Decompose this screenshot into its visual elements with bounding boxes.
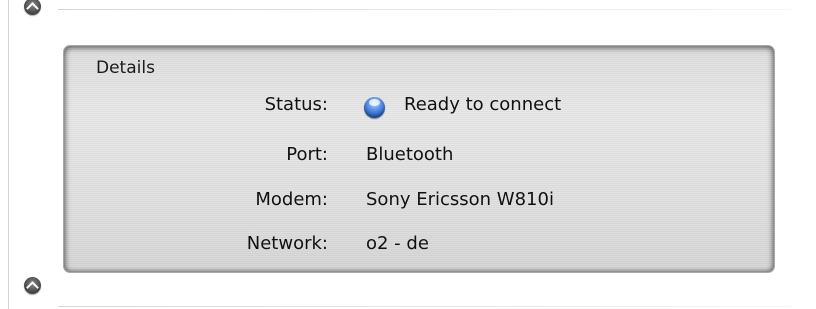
collapse-top-chevron-up-icon[interactable] bbox=[24, 0, 41, 15]
network-row: Network: o2 - de bbox=[64, 233, 774, 263]
bottom-divider bbox=[58, 306, 794, 307]
left-frame-line bbox=[8, 0, 9, 309]
details-panel: Details Status: Ready to connect Port: B… bbox=[63, 45, 775, 273]
network-label: Network: bbox=[246, 233, 328, 254]
port-row: Port: Bluetooth bbox=[64, 144, 774, 174]
status-value: Ready to connect bbox=[404, 94, 562, 115]
details-title: Details bbox=[96, 58, 155, 78]
port-value: Bluetooth bbox=[366, 144, 454, 165]
network-value: o2 - de bbox=[366, 233, 429, 254]
modem-label: Modem: bbox=[255, 189, 328, 210]
port-label: Port: bbox=[286, 144, 328, 165]
top-divider bbox=[58, 9, 794, 10]
status-orb-icon bbox=[364, 97, 385, 118]
collapse-bottom-chevron-up-icon[interactable] bbox=[24, 277, 41, 294]
modem-row: Modem: Sony Ericsson W810i bbox=[64, 189, 774, 219]
status-label: Status: bbox=[264, 94, 328, 115]
modem-value: Sony Ericsson W810i bbox=[366, 189, 554, 210]
status-row: Status: Ready to connect bbox=[64, 94, 774, 124]
